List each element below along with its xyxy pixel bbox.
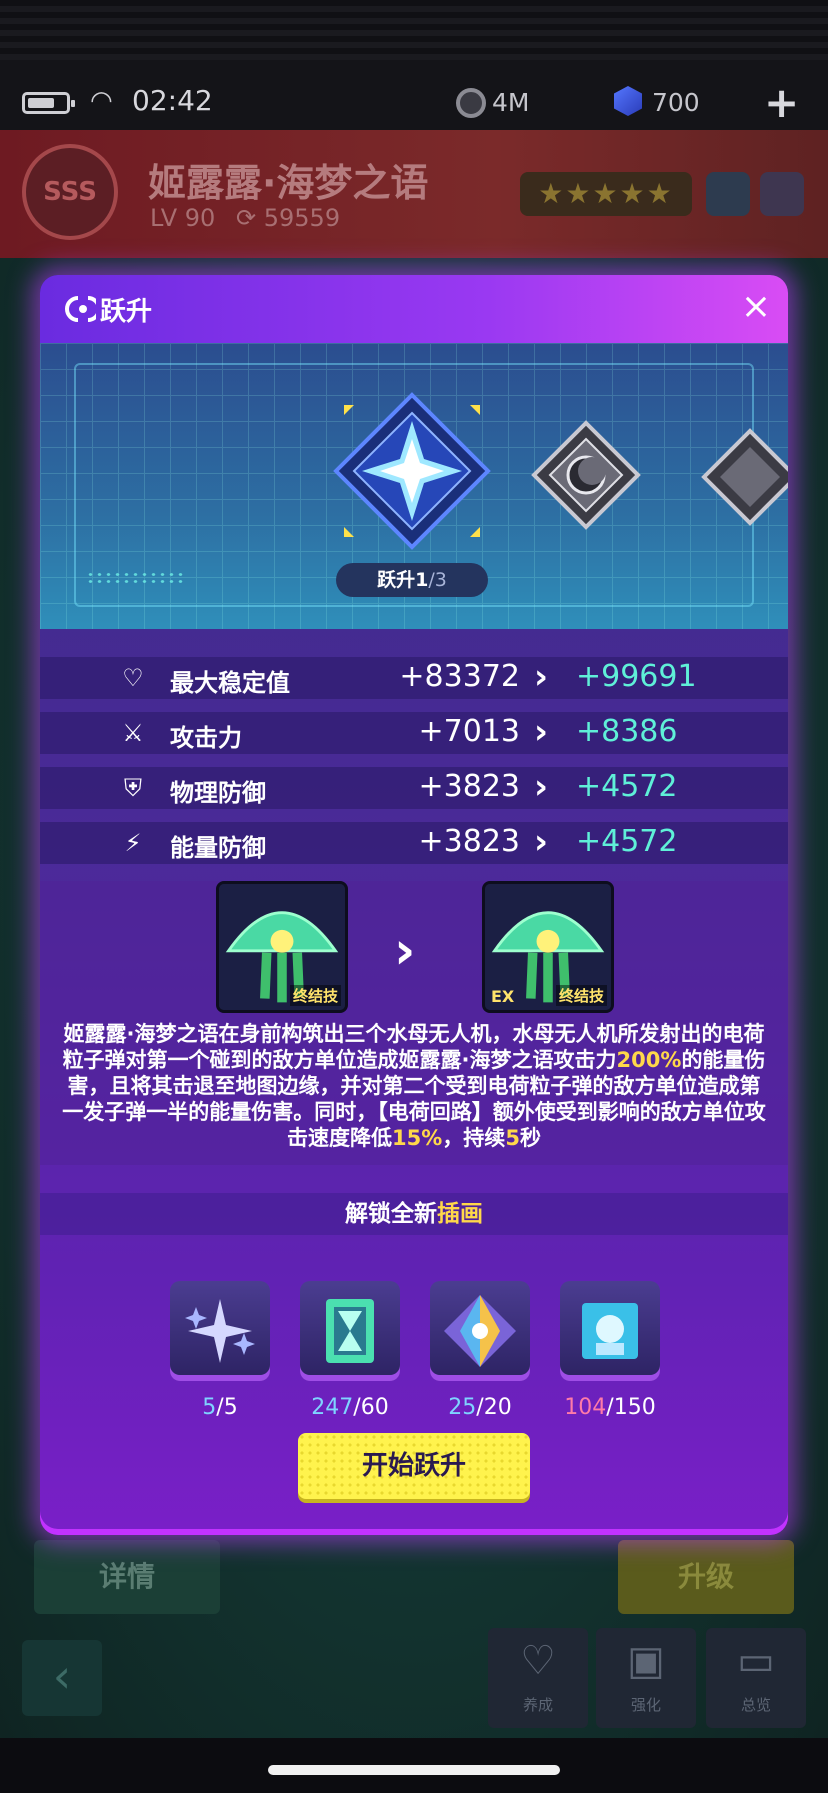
element-icon [706,172,750,216]
stat-label: 能量防御 [170,834,266,862]
role-icon [760,172,804,216]
coin-icon [456,88,486,118]
skill-description: 姬露露·海梦之语在身前构筑出三个水母无人机，水母无人机所发射出的电荷粒子弹对第一… [62,1022,766,1150]
ex-tag: EX [491,987,515,1006]
nav-overview[interactable]: ▭ 总览 [706,1628,806,1728]
stat-new-value: +4572 [576,824,678,859]
shield-bolt-icon: ⚡ [124,829,142,857]
jellyfish-skill-icon[interactable]: 终结技 [216,881,348,1013]
chevron-right-icon: › [534,822,549,862]
hourglass-chip-icon [300,1281,400,1381]
stat-old-value: +7013 [418,714,520,749]
material-count: 25/20 [448,1395,512,1420]
status-time: 02:42 [132,84,213,117]
ascension-logo-icon [65,296,96,322]
heart-icon: ♡ [520,1638,556,1684]
folder-icon: ▭ [737,1638,775,1684]
preview-dots [86,571,186,585]
ultimate-tag: 终结技 [555,985,607,1006]
add-currency-button[interactable]: + [764,78,799,127]
ascension-preview: 跃升1/3 [40,343,788,629]
start-ascension-button[interactable]: 开始跃升 [298,1433,530,1499]
stat-row-attack: ⚔ 攻击力 +7013 › +8386 [40,712,788,754]
home-indicator [268,1765,560,1775]
stat-old-value: +3823 [418,769,520,804]
stat-new-value: +99691 [576,659,697,694]
ascension-stage: 跃升1/3 [336,563,488,597]
wifi-icon: ◠ [90,86,113,116]
star-sparkle-icon [170,1281,270,1381]
heart-pulse-icon: ♡ [122,664,144,692]
nav-enhance[interactable]: ▣ 强化 [596,1628,696,1728]
ascension-modal: 跃升 × 跃升1/3 ♡ 最大稳定值 +83372 › +99691 ⚔ 攻击力… [40,275,788,1535]
stat-label: 物理防御 [170,779,266,807]
unlock-illustration-banner: 解锁全新插画 [40,1193,788,1235]
stat-label: 最大稳定值 [170,669,290,697]
stat-old-value: +3823 [418,824,520,859]
material-item[interactable]: 25/20 [430,1281,530,1420]
nav-nurture[interactable]: ♡ 养成 [488,1628,588,1728]
material-item[interactable]: 247/60 [300,1281,400,1420]
stat-old-value: +83372 [399,659,520,694]
coin-count: 4M [492,88,530,117]
ascension-gem-locked-icon [531,420,641,530]
chevron-right-icon: › [394,921,416,981]
back-button[interactable]: ‹ [22,1640,102,1716]
hero-power-value: 59559 [263,204,341,232]
rank-badge: SSS [22,144,118,240]
ascension-gem-active-icon [333,392,491,550]
material-count: 5/5 [202,1395,238,1420]
modal-title: 跃升 [100,297,153,327]
chip-upgrade-icon: ▣ [627,1638,665,1684]
hero-power: ⟳ 59559 [236,204,341,232]
prism-crystal-icon [430,1281,530,1381]
hero-name: 姬露露·海梦之语 [148,161,429,205]
jellyfish-skill-ex-icon[interactable]: EX 终结技 [482,881,614,1013]
sword-icon: ⚔ [122,719,144,747]
upgrade-button[interactable]: 升级 [618,1540,794,1614]
shield-exclaim-icon: ⛨ [124,774,142,802]
close-button[interactable]: × [734,285,778,329]
material-item[interactable]: 104/150 [560,1281,660,1420]
skill-upgrade-section: 终结技 › EX 终结技 姬露露·海梦之语在身前构筑出三个水母无人机，水母无人机… [40,881,788,1165]
ultimate-tag: 终结技 [289,985,341,1006]
material-count: 247/60 [311,1395,389,1420]
details-button[interactable]: 详情 [34,1540,220,1614]
chevron-right-icon: › [534,712,549,752]
chevron-right-icon: › [534,767,549,807]
stat-new-value: +4572 [576,769,678,804]
modal-header: 跃升 × [40,275,788,343]
top-stripes [0,0,828,60]
stat-new-value: +8386 [576,714,678,749]
chevron-right-icon: › [534,657,549,697]
character-card-icon [560,1281,660,1381]
hero-level: LV 90 [150,204,216,232]
star-rating: ★★★★★ [520,172,692,216]
material-count: 104/150 [564,1395,656,1420]
stat-label: 攻击力 [170,724,242,752]
ascension-gem-locked-icon-2 [701,428,788,526]
battery-icon [22,92,75,114]
stat-row-energy-defense: ⚡ 能量防御 +3823 › +4572 [40,822,788,864]
stat-row-max-stability: ♡ 最大稳定值 +83372 › +99691 [40,657,788,699]
gem-count: 700 [652,88,700,117]
stat-row-physical-defense: ⛨ 物理防御 +3823 › +4572 [40,767,788,809]
material-item[interactable]: 5/5 [170,1281,270,1420]
